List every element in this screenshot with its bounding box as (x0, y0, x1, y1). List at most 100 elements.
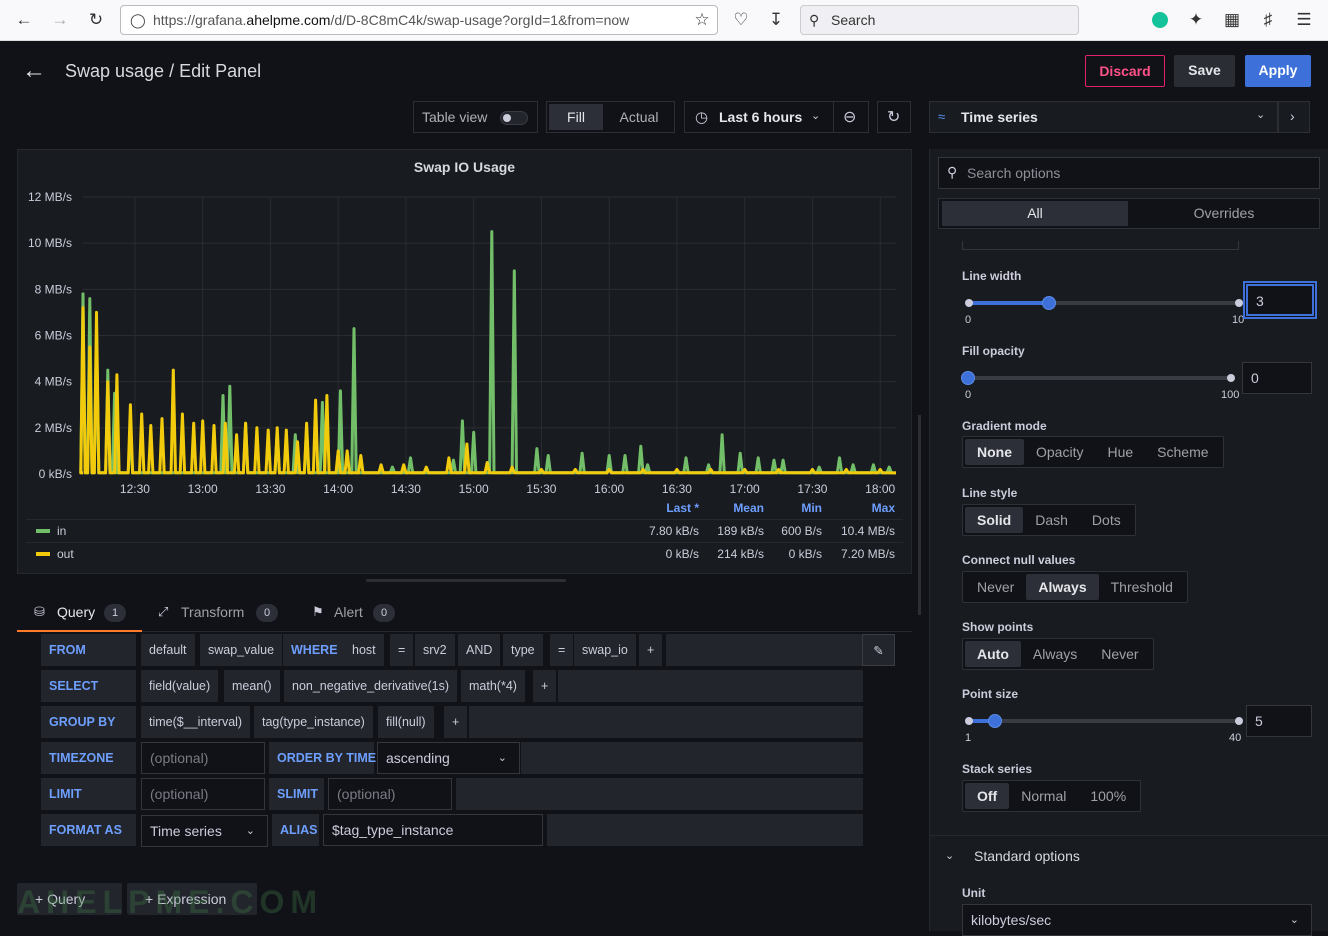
where-keyword: WHERE (283, 634, 346, 666)
bookmark-star-icon[interactable]: ☆ (690, 8, 714, 32)
refresh-button[interactable]: ↻ (877, 101, 911, 133)
apply-button[interactable]: Apply (1245, 55, 1311, 87)
stack-percent-option[interactable]: 100% (1078, 783, 1138, 809)
where-operator[interactable]: = (550, 634, 574, 666)
line-width-input[interactable]: 3 (1246, 284, 1314, 316)
gradient-hue-option[interactable]: Hue (1095, 439, 1145, 465)
add-where-button[interactable]: + (639, 634, 663, 666)
tab-transform-label: Transform (181, 604, 245, 620)
alias-input[interactable]: $tag_type_instance (323, 814, 543, 846)
screenshot-icon[interactable]: ▦ (1220, 8, 1244, 32)
extensions-puzzle-icon[interactable]: ♯ (1256, 8, 1280, 32)
limit-input[interactable]: (optional) (141, 778, 265, 810)
all-options-tab[interactable]: All (942, 201, 1128, 226)
fill-option[interactable]: Fill (549, 104, 603, 130)
watermark: AHELPME.COM (17, 884, 323, 920)
gradient-none-option[interactable]: None (965, 439, 1024, 465)
slider-min-label: 0 (965, 314, 972, 326)
download-icon[interactable]: ↧ (764, 8, 788, 32)
edit-raw-query-button[interactable]: ✎ (862, 634, 895, 666)
connect-never-option[interactable]: Never (965, 574, 1026, 600)
overrides-tab[interactable]: Overrides (1131, 201, 1317, 226)
table-view-toggle[interactable]: Table view (413, 101, 538, 133)
show-points-group: Auto Always Never (962, 638, 1154, 670)
line-width-handle[interactable] (1042, 296, 1056, 310)
fill-opacity-slider[interactable] (968, 376, 1230, 380)
save-button[interactable]: Save (1174, 55, 1235, 87)
browser-search-input[interactable]: ⚲ Search (800, 5, 1079, 35)
tab-alert[interactable]: ⚑ Alert 0 (312, 596, 402, 632)
select-aggregation[interactable]: mean() (224, 670, 280, 702)
select-field[interactable]: field(value) (141, 670, 219, 702)
select-transform[interactable]: non_negative_derivative(1s) (284, 670, 458, 702)
group-by-time[interactable]: time($__interval) (141, 706, 251, 738)
group-by-tag[interactable]: tag(type_instance) (254, 706, 373, 738)
collapse-options-button[interactable]: › (1278, 101, 1310, 133)
grammarly-icon[interactable] (1148, 8, 1172, 32)
x-tick-label: 15:00 (459, 482, 489, 496)
menu-icon[interactable]: ☰ (1292, 8, 1316, 32)
connect-threshold-option[interactable]: Threshold (1099, 574, 1185, 600)
where-key[interactable]: host (344, 634, 384, 666)
points-never-option[interactable]: Never (1089, 641, 1150, 667)
actual-option[interactable]: Actual (609, 104, 669, 130)
add-group-by-button[interactable]: + (444, 706, 468, 738)
timezone-input[interactable]: (optional) (141, 742, 265, 774)
select-math[interactable]: math(*4) (461, 670, 525, 702)
where-operator[interactable]: = (390, 634, 414, 666)
where-key[interactable]: type (503, 634, 543, 666)
legend-header-mean[interactable]: Mean (718, 501, 764, 515)
line-style-dash-option[interactable]: Dash (1023, 507, 1080, 533)
time-range-picker[interactable]: ◷ Last 6 hours ⌄ (684, 101, 833, 133)
from-database[interactable]: default (141, 634, 195, 666)
reload-icon[interactable]: ↻ (84, 8, 108, 32)
point-size-input[interactable]: 5 (1246, 705, 1312, 737)
legend-header-min[interactable]: Min (788, 501, 822, 515)
zoom-out-button[interactable]: ⊖ (833, 101, 869, 133)
connect-always-option[interactable]: Always (1026, 574, 1099, 600)
gradient-scheme-option[interactable]: Scheme (1145, 439, 1220, 465)
line-style-dots-option[interactable]: Dots (1080, 507, 1133, 533)
back-icon[interactable]: ← (12, 8, 36, 32)
extension-icon[interactable]: ✦ (1184, 8, 1208, 32)
line-style-solid-option[interactable]: Solid (965, 507, 1024, 533)
from-measurement[interactable]: swap_value (200, 634, 283, 666)
stack-normal-option[interactable]: Normal (1009, 783, 1078, 809)
visualization-picker[interactable]: ≈ Time series ⌄ (929, 101, 1278, 133)
x-tick-label: 12:30 (120, 482, 150, 496)
where-value[interactable]: srv2 (415, 634, 455, 666)
discard-button[interactable]: Discard (1085, 55, 1165, 87)
slimit-input[interactable]: (optional) (328, 778, 452, 810)
group-by-fill[interactable]: fill(null) (378, 706, 434, 738)
table-view-switch[interactable] (500, 111, 528, 125)
legend-header-last[interactable]: Last * (651, 501, 699, 515)
where-value[interactable]: swap_io (574, 634, 636, 666)
add-select-button[interactable]: + (533, 670, 557, 702)
where-condition[interactable]: AND (458, 634, 501, 666)
forward-icon[interactable]: → (48, 8, 72, 32)
legend-row-out[interactable]: out 0 kB/s 214 kB/s 0 kB/s 7.20 MB/s (26, 542, 903, 565)
stack-off-option[interactable]: Off (965, 783, 1010, 809)
fill-opacity-input[interactable]: 0 (1242, 362, 1312, 394)
unit-select[interactable]: kilobytes/sec ⌄ (962, 904, 1312, 936)
order-by-select[interactable]: ascending ⌄ (377, 742, 520, 774)
format-as-select[interactable]: Time series ⌄ (141, 815, 268, 847)
tab-transform[interactable]: ⤢ Transform 0 (158, 596, 283, 632)
search-options-input[interactable]: ⚲ Search options (938, 157, 1320, 189)
point-size-handle[interactable] (988, 714, 1002, 728)
fill-opacity-handle[interactable] (961, 371, 975, 385)
points-auto-option[interactable]: Auto (965, 641, 1021, 667)
vertical-splitter-handle[interactable] (918, 415, 921, 615)
splitter-handle[interactable] (366, 579, 566, 582)
pocket-icon[interactable]: ♡ (729, 8, 753, 32)
standard-options-section[interactable]: ⌄ Standard options (930, 839, 1328, 875)
point-size-slider[interactable] (968, 719, 1238, 723)
tab-query[interactable]: ⛁ Query 1 (17, 596, 142, 632)
legend-row-in[interactable]: in 7.80 kB/s 189 kB/s 600 B/s 10.4 MB/s (26, 519, 903, 542)
back-arrow-icon[interactable]: ← (22, 57, 46, 85)
gradient-opacity-option[interactable]: Opacity (1024, 439, 1095, 465)
points-always-option[interactable]: Always (1021, 641, 1089, 667)
legend-header-max[interactable]: Max (858, 501, 895, 515)
url-bar[interactable]: ◯ https://grafana.ahelpme.com/d/D-8C8mC4… (120, 5, 718, 35)
table-view-label: Table view (422, 109, 488, 125)
